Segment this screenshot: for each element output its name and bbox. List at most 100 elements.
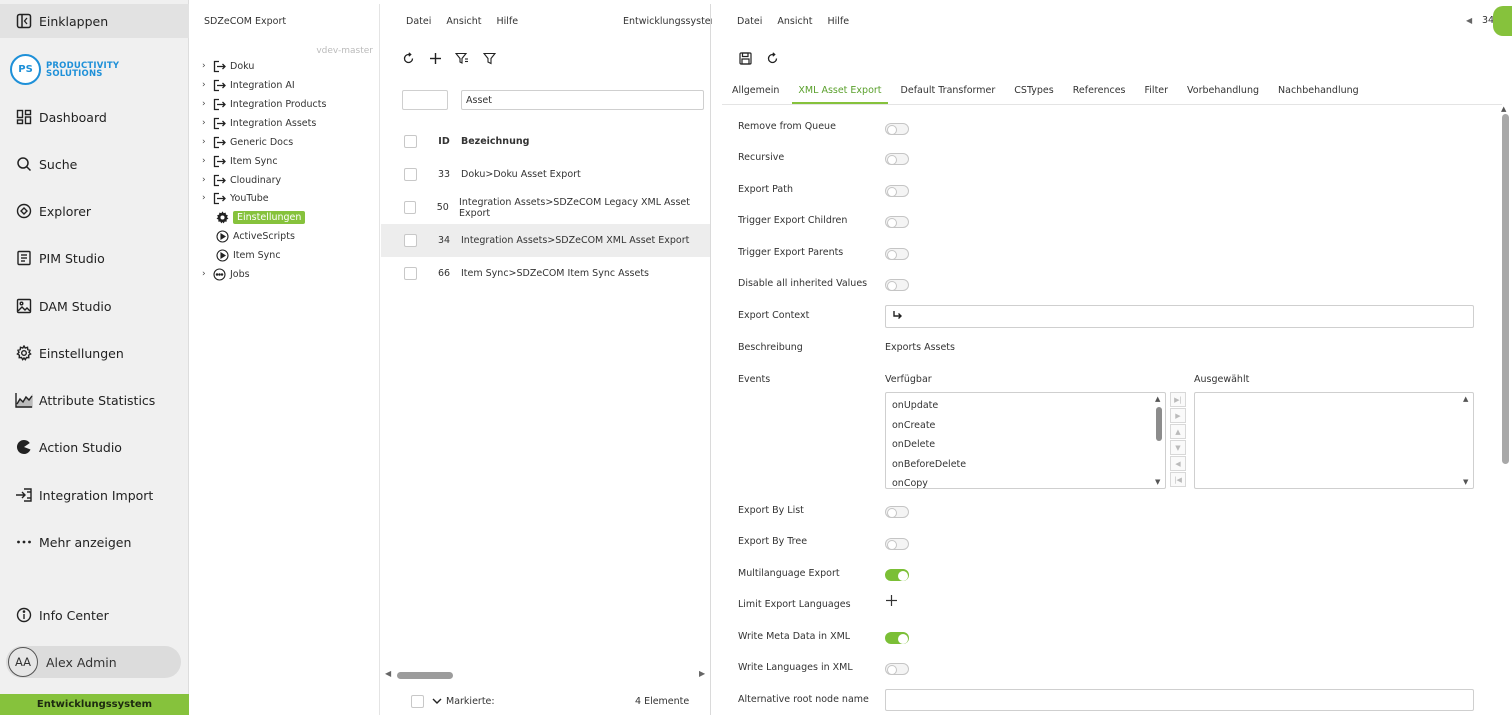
tree-item-integration-products[interactable]: › Integration Products — [202, 95, 326, 113]
chevron-down-icon[interactable] — [432, 697, 442, 705]
scroll-up-icon[interactable]: ▲ — [1155, 395, 1160, 403]
alt-root-field[interactable] — [885, 689, 1474, 711]
tab-filter[interactable]: Filter — [1145, 80, 1169, 104]
chevron-right-icon[interactable]: › — [202, 193, 212, 203]
tree-item-youtube[interactable]: › YouTube — [202, 189, 269, 207]
row-checkbox[interactable] — [404, 168, 417, 181]
chevron-right-icon[interactable]: › — [202, 61, 212, 71]
chevron-right-icon[interactable]: › — [202, 80, 212, 90]
tab-xml-asset-export[interactable]: XML Asset Export — [792, 80, 888, 104]
user-menu[interactable]: AA Alex Admin — [6, 646, 181, 678]
link-arrow-icon[interactable] — [892, 310, 904, 322]
chevron-right-icon[interactable]: › — [202, 156, 212, 166]
export-by-list-toggle[interactable] — [885, 506, 909, 518]
add-button[interactable] — [427, 50, 443, 66]
write-languages-toggle[interactable] — [885, 663, 909, 675]
tree-item-doku[interactable]: › Doku — [202, 57, 254, 75]
tab-allgemein[interactable]: Allgemein — [732, 80, 779, 104]
move-left-button[interactable]: ◀ — [1170, 456, 1186, 471]
nav-item-settings[interactable]: Einstellungen — [0, 335, 189, 371]
event-option[interactable]: onCreate — [886, 416, 1165, 436]
scroll-down-icon[interactable]: ▼ — [1155, 478, 1160, 486]
tree-item-integration-assets[interactable]: › Integration Assets — [202, 114, 316, 132]
tree-item-jobs[interactable]: › Jobs — [202, 265, 250, 283]
event-option[interactable]: onUpdate — [886, 396, 1165, 416]
chevron-right-icon[interactable]: › — [202, 118, 212, 128]
chevron-right-icon[interactable]: › — [202, 175, 212, 185]
table-row-selected[interactable]: 34 Integration Assets>SDZeCOM XML Asset … — [381, 224, 710, 257]
refresh-button[interactable] — [400, 50, 416, 66]
trigger-parents-toggle[interactable] — [885, 248, 909, 260]
available-events-list[interactable]: onUpdate onCreate onDelete onBeforeDelet… — [885, 392, 1166, 489]
write-meta-toggle[interactable] — [885, 632, 909, 644]
tree-item-activescripts[interactable]: ActiveScripts — [215, 227, 295, 245]
nav-item-explorer[interactable]: Explorer — [0, 193, 189, 229]
menu-ansicht[interactable]: Ansicht — [446, 16, 481, 27]
nav-item-integration-import[interactable]: Integration Import — [0, 477, 189, 513]
detail-scrollbar[interactable] — [1502, 114, 1509, 464]
trigger-children-toggle[interactable] — [885, 216, 909, 228]
disable-inherited-toggle[interactable] — [885, 279, 909, 291]
save-button[interactable] — [737, 50, 753, 66]
row-checkbox[interactable] — [404, 267, 417, 280]
table-row[interactable]: 33 Doku>Doku Asset Export — [381, 158, 710, 191]
tree-item-integration-ai[interactable]: › Integration AI — [202, 76, 295, 94]
menu-datei[interactable]: Datei — [406, 16, 431, 27]
scroll-up-icon[interactable]: ▲ — [1501, 105, 1506, 113]
tab-cstypes[interactable]: CSTypes — [1014, 80, 1053, 104]
column-bezeichnung[interactable]: Bezeichnung — [461, 136, 529, 147]
tab-vorbehandlung[interactable]: Vorbehandlung — [1187, 80, 1259, 104]
event-option[interactable]: onCopy — [886, 474, 1165, 488]
nav-item-action-studio[interactable]: Action Studio — [0, 429, 189, 465]
export-context-field[interactable] — [885, 305, 1474, 328]
column-id[interactable]: ID — [431, 136, 457, 147]
table-row[interactable]: 50 Integration Assets>SDZeCOM Legacy XML… — [381, 191, 710, 224]
nav-item-dashboard[interactable]: Dashboard — [0, 99, 189, 135]
tree-item-item-sync[interactable]: › Item Sync — [202, 152, 278, 170]
multilanguage-toggle[interactable] — [885, 569, 909, 581]
tab-references[interactable]: References — [1073, 80, 1126, 104]
chat-icon[interactable] — [1493, 6, 1512, 36]
events-scrollbar[interactable] — [1156, 407, 1162, 441]
scroll-right-icon[interactable]: ▶ — [699, 669, 705, 678]
id-filter-input[interactable] — [402, 90, 448, 110]
filter-settings-button[interactable] — [454, 50, 470, 66]
menu-hilfe[interactable]: Hilfe — [828, 16, 850, 27]
move-all-left-button[interactable]: |◀ — [1170, 472, 1186, 487]
selected-events-list[interactable]: ▲ ▼ — [1194, 392, 1474, 489]
menu-datei[interactable]: Datei — [737, 16, 762, 27]
reload-button[interactable] — [764, 50, 780, 66]
chevron-right-icon[interactable]: › — [202, 269, 212, 279]
nav-item-pim-studio[interactable]: PIM Studio — [0, 240, 189, 276]
caret-left-icon[interactable]: ◀ — [1466, 16, 1472, 25]
move-up-button[interactable]: ▲ — [1170, 424, 1186, 439]
menu-hilfe[interactable]: Hilfe — [497, 16, 519, 27]
chevron-right-icon[interactable]: › — [202, 137, 212, 147]
filter-button[interactable] — [481, 50, 497, 66]
chevron-right-icon[interactable]: › — [202, 99, 212, 109]
row-checkbox[interactable] — [404, 201, 417, 214]
tab-nachbehandlung[interactable]: Nachbehandlung — [1278, 80, 1359, 104]
table-row[interactable]: 66 Item Sync>SDZeCOM Item Sync Assets — [381, 257, 710, 290]
tree-item-cloudinary[interactable]: › Cloudinary — [202, 171, 281, 189]
event-option[interactable]: onDelete — [886, 435, 1165, 455]
scroll-up-icon[interactable]: ▲ — [1463, 395, 1468, 403]
move-all-right-button[interactable]: ▶| — [1170, 392, 1186, 407]
search-input[interactable]: Asset — [461, 90, 704, 110]
export-by-tree-toggle[interactable] — [885, 538, 909, 550]
move-down-button[interactable]: ▼ — [1170, 440, 1186, 455]
menu-ansicht[interactable]: Ansicht — [777, 16, 812, 27]
tree-item-einstellungen[interactable]: Einstellungen — [215, 208, 306, 226]
row-checkbox[interactable] — [404, 234, 417, 247]
collapse-button[interactable]: Einklappen — [0, 4, 189, 38]
add-language-button[interactable] — [885, 594, 898, 607]
event-option[interactable]: onBeforeDelete — [886, 455, 1165, 475]
select-all-checkbox[interactable] — [404, 135, 417, 148]
remove-from-queue-toggle[interactable] — [885, 123, 909, 135]
scroll-down-icon[interactable]: ▼ — [1463, 478, 1468, 486]
move-right-button[interactable]: ▶ — [1170, 408, 1186, 423]
footer-checkbox[interactable] — [411, 694, 424, 708]
tree-item-generic-docs[interactable]: › Generic Docs — [202, 133, 293, 151]
nav-item-more[interactable]: Mehr anzeigen — [0, 524, 189, 560]
export-path-toggle[interactable] — [885, 185, 909, 197]
